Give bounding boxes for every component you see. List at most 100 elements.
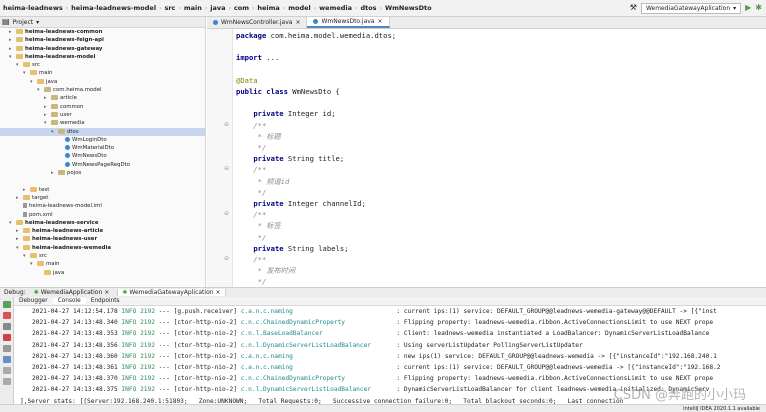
settings-icon[interactable] (2, 356, 11, 363)
debug-icon[interactable]: ✱ (755, 4, 762, 12)
chevron-down-icon[interactable]: ▾ (9, 53, 16, 61)
chevron-right-icon[interactable]: ▸ (16, 194, 23, 202)
editor-tab[interactable]: WmNewsController.java × (207, 17, 308, 28)
tree-node[interactable]: ▾ src (0, 61, 205, 69)
tree-node[interactable]: ▾ main (0, 69, 205, 77)
breakpoint-icon[interactable] (2, 334, 11, 341)
chevron-right-icon[interactable]: ▸ (9, 28, 16, 36)
fold-icon[interactable]: ⊖ (224, 255, 229, 262)
breadcrumb-item[interactable]: heima (254, 4, 282, 12)
pin-icon[interactable] (2, 367, 11, 374)
debug-sub-tab-console[interactable]: Console (52, 298, 86, 304)
tree-node[interactable]: ▸ test (0, 186, 205, 194)
stop-icon[interactable] (2, 312, 11, 319)
breadcrumb-item[interactable]: WmNewsDto (382, 4, 435, 12)
chevron-down-icon[interactable]: ▾ (23, 69, 30, 77)
status-bar-notice[interactable]: IntelliJ IDEA 2020.1.1 available (683, 406, 760, 412)
log-thread: [ctor-http-nio-2] (173, 352, 237, 360)
debug-session-tab[interactable]: ✱ WemediaGatewayAplication × (117, 289, 226, 296)
tree-node[interactable]: ▸ common (0, 103, 205, 111)
tree-node[interactable]: ▾ src (0, 252, 205, 260)
chevron-right-icon[interactable]: ▸ (44, 94, 51, 102)
class-icon (65, 161, 70, 167)
breadcrumb-item[interactable]: main (181, 4, 205, 12)
tree-node[interactable]: ▸ heima-leadnews-gateway (0, 45, 205, 53)
project-panel-header[interactable]: ▤ Project ▾ (0, 17, 205, 28)
chevron-down-icon[interactable]: ▾ (16, 244, 23, 252)
tree-node[interactable]: ▾ java (0, 78, 205, 86)
tree-node[interactable]: ▾ com.heima.model (0, 86, 205, 94)
chevron-right-icon[interactable]: ▸ (9, 45, 16, 53)
run-configuration-select[interactable]: WemediaGatewayAplication ▾ (640, 2, 742, 14)
chevron-right-icon[interactable]: ▸ (51, 169, 58, 177)
chevron-down-icon[interactable]: ▾ (37, 86, 44, 94)
chevron-right-icon[interactable]: ▸ (44, 111, 51, 119)
breadcrumb-item[interactable]: heima-leadnews-model (68, 4, 159, 12)
tree-node[interactable]: WmMaterialDto (0, 144, 205, 152)
fold-icon[interactable]: ⊖ (224, 121, 229, 128)
debug-sub-tab-debugger[interactable]: Debugger (14, 298, 53, 304)
editor-tab[interactable]: WmNewsDto.java × (307, 17, 390, 28)
tree-node[interactable]: ▾ heima-leadnews-wemedia (0, 244, 205, 252)
code-editor[interactable]: package com.heima.model.wemedia.dtos; imp… (233, 29, 766, 287)
breadcrumb-item[interactable]: wemedia (316, 4, 355, 12)
tree-node[interactable]: java (0, 269, 205, 277)
tree-node[interactable]: WmLoginDto (0, 136, 205, 144)
chevron-right-icon[interactable]: ▸ (16, 235, 23, 243)
chevron-down-icon[interactable]: ▾ (23, 252, 30, 260)
tree-node[interactable]: ▾ heima-leadnews-model (0, 53, 205, 61)
package-icon (51, 120, 58, 126)
tree-node[interactable]: ▾ wemedia (0, 119, 205, 127)
debug-sub-tab-endpoints[interactable]: Endpoints (86, 298, 125, 304)
tree-node[interactable]: ▸ heima-leadnews-common (0, 28, 205, 36)
chevron-right-icon[interactable]: ▸ (9, 36, 16, 44)
close-icon[interactable]: × (295, 19, 300, 26)
tree-node[interactable]: ▸ heima-leadnews-feign-api (0, 36, 205, 44)
debug-session-tab[interactable]: ✱ WemediaApplication × (30, 289, 114, 296)
chevron-down-icon[interactable]: ▾ (44, 119, 51, 127)
tree-node[interactable]: ▾ main (0, 260, 205, 268)
close-icon[interactable]: × (104, 289, 109, 296)
tree-node[interactable]: ▸ target (0, 194, 205, 202)
hammer-icon[interactable]: ⚒ (630, 4, 637, 12)
tree-node[interactable]: ▸ article (0, 94, 205, 102)
tree-node[interactable]: pom.xml (0, 211, 205, 219)
chevron-down-icon[interactable]: ▾ (51, 128, 58, 136)
tree-node[interactable]: heima-leadnews-model.iml (0, 202, 205, 210)
debug-label: Debug: (4, 289, 26, 296)
fold-icon[interactable]: ⊖ (224, 210, 229, 217)
mute-breakpoints-icon[interactable] (2, 345, 11, 352)
chevron-down-icon[interactable]: ▾ (16, 61, 23, 69)
pause-icon[interactable] (2, 323, 11, 330)
fold-icon[interactable]: ⊖ (224, 165, 229, 172)
close-icon[interactable]: × (216, 289, 221, 296)
chevron-down-icon[interactable]: ▾ (30, 260, 37, 268)
resume-icon[interactable] (2, 301, 11, 308)
tree-node[interactable]: ▸ heima-leadnews-article (0, 227, 205, 235)
tree-node[interactable]: ▸ user (0, 111, 205, 119)
close-icon[interactable] (2, 378, 11, 385)
chevron-down-icon[interactable]: ▾ (30, 78, 37, 86)
tree-node[interactable] (0, 177, 205, 185)
tree-node[interactable]: ▸ pojos (0, 169, 205, 177)
close-icon[interactable]: × (377, 18, 382, 25)
breadcrumb-item[interactable]: com (231, 4, 252, 12)
chevron-right-icon[interactable]: ▸ (23, 186, 30, 194)
chevron-right-icon[interactable]: ▸ (16, 227, 23, 235)
chevron-right-icon[interactable]: ▸ (44, 103, 51, 111)
log-thread: [ctor-http-nio-2] (173, 341, 237, 349)
chevron-down-icon[interactable]: ▾ (9, 219, 16, 227)
tree-node[interactable]: WmNewsDto (0, 152, 205, 160)
folder-icon (30, 253, 37, 259)
chevron-down-icon[interactable]: ▾ (36, 19, 39, 26)
breadcrumb-item[interactable]: dtos (357, 4, 379, 12)
tree-node[interactable]: ▾ dtos (0, 127, 205, 136)
breadcrumb-item[interactable]: heima-leadnews (0, 4, 66, 12)
run-icon[interactable]: ▶ (745, 4, 751, 12)
tree-node[interactable]: WmNewsPageReqDto (0, 161, 205, 169)
breadcrumb-item[interactable]: java (207, 4, 228, 12)
tree-node[interactable]: ▾ heima-leadnews-service (0, 219, 205, 227)
tree-node[interactable]: ▸ heima-leadnews-user (0, 235, 205, 243)
breadcrumb-item[interactable]: model (285, 4, 314, 12)
breadcrumb-item[interactable]: src (161, 4, 178, 12)
